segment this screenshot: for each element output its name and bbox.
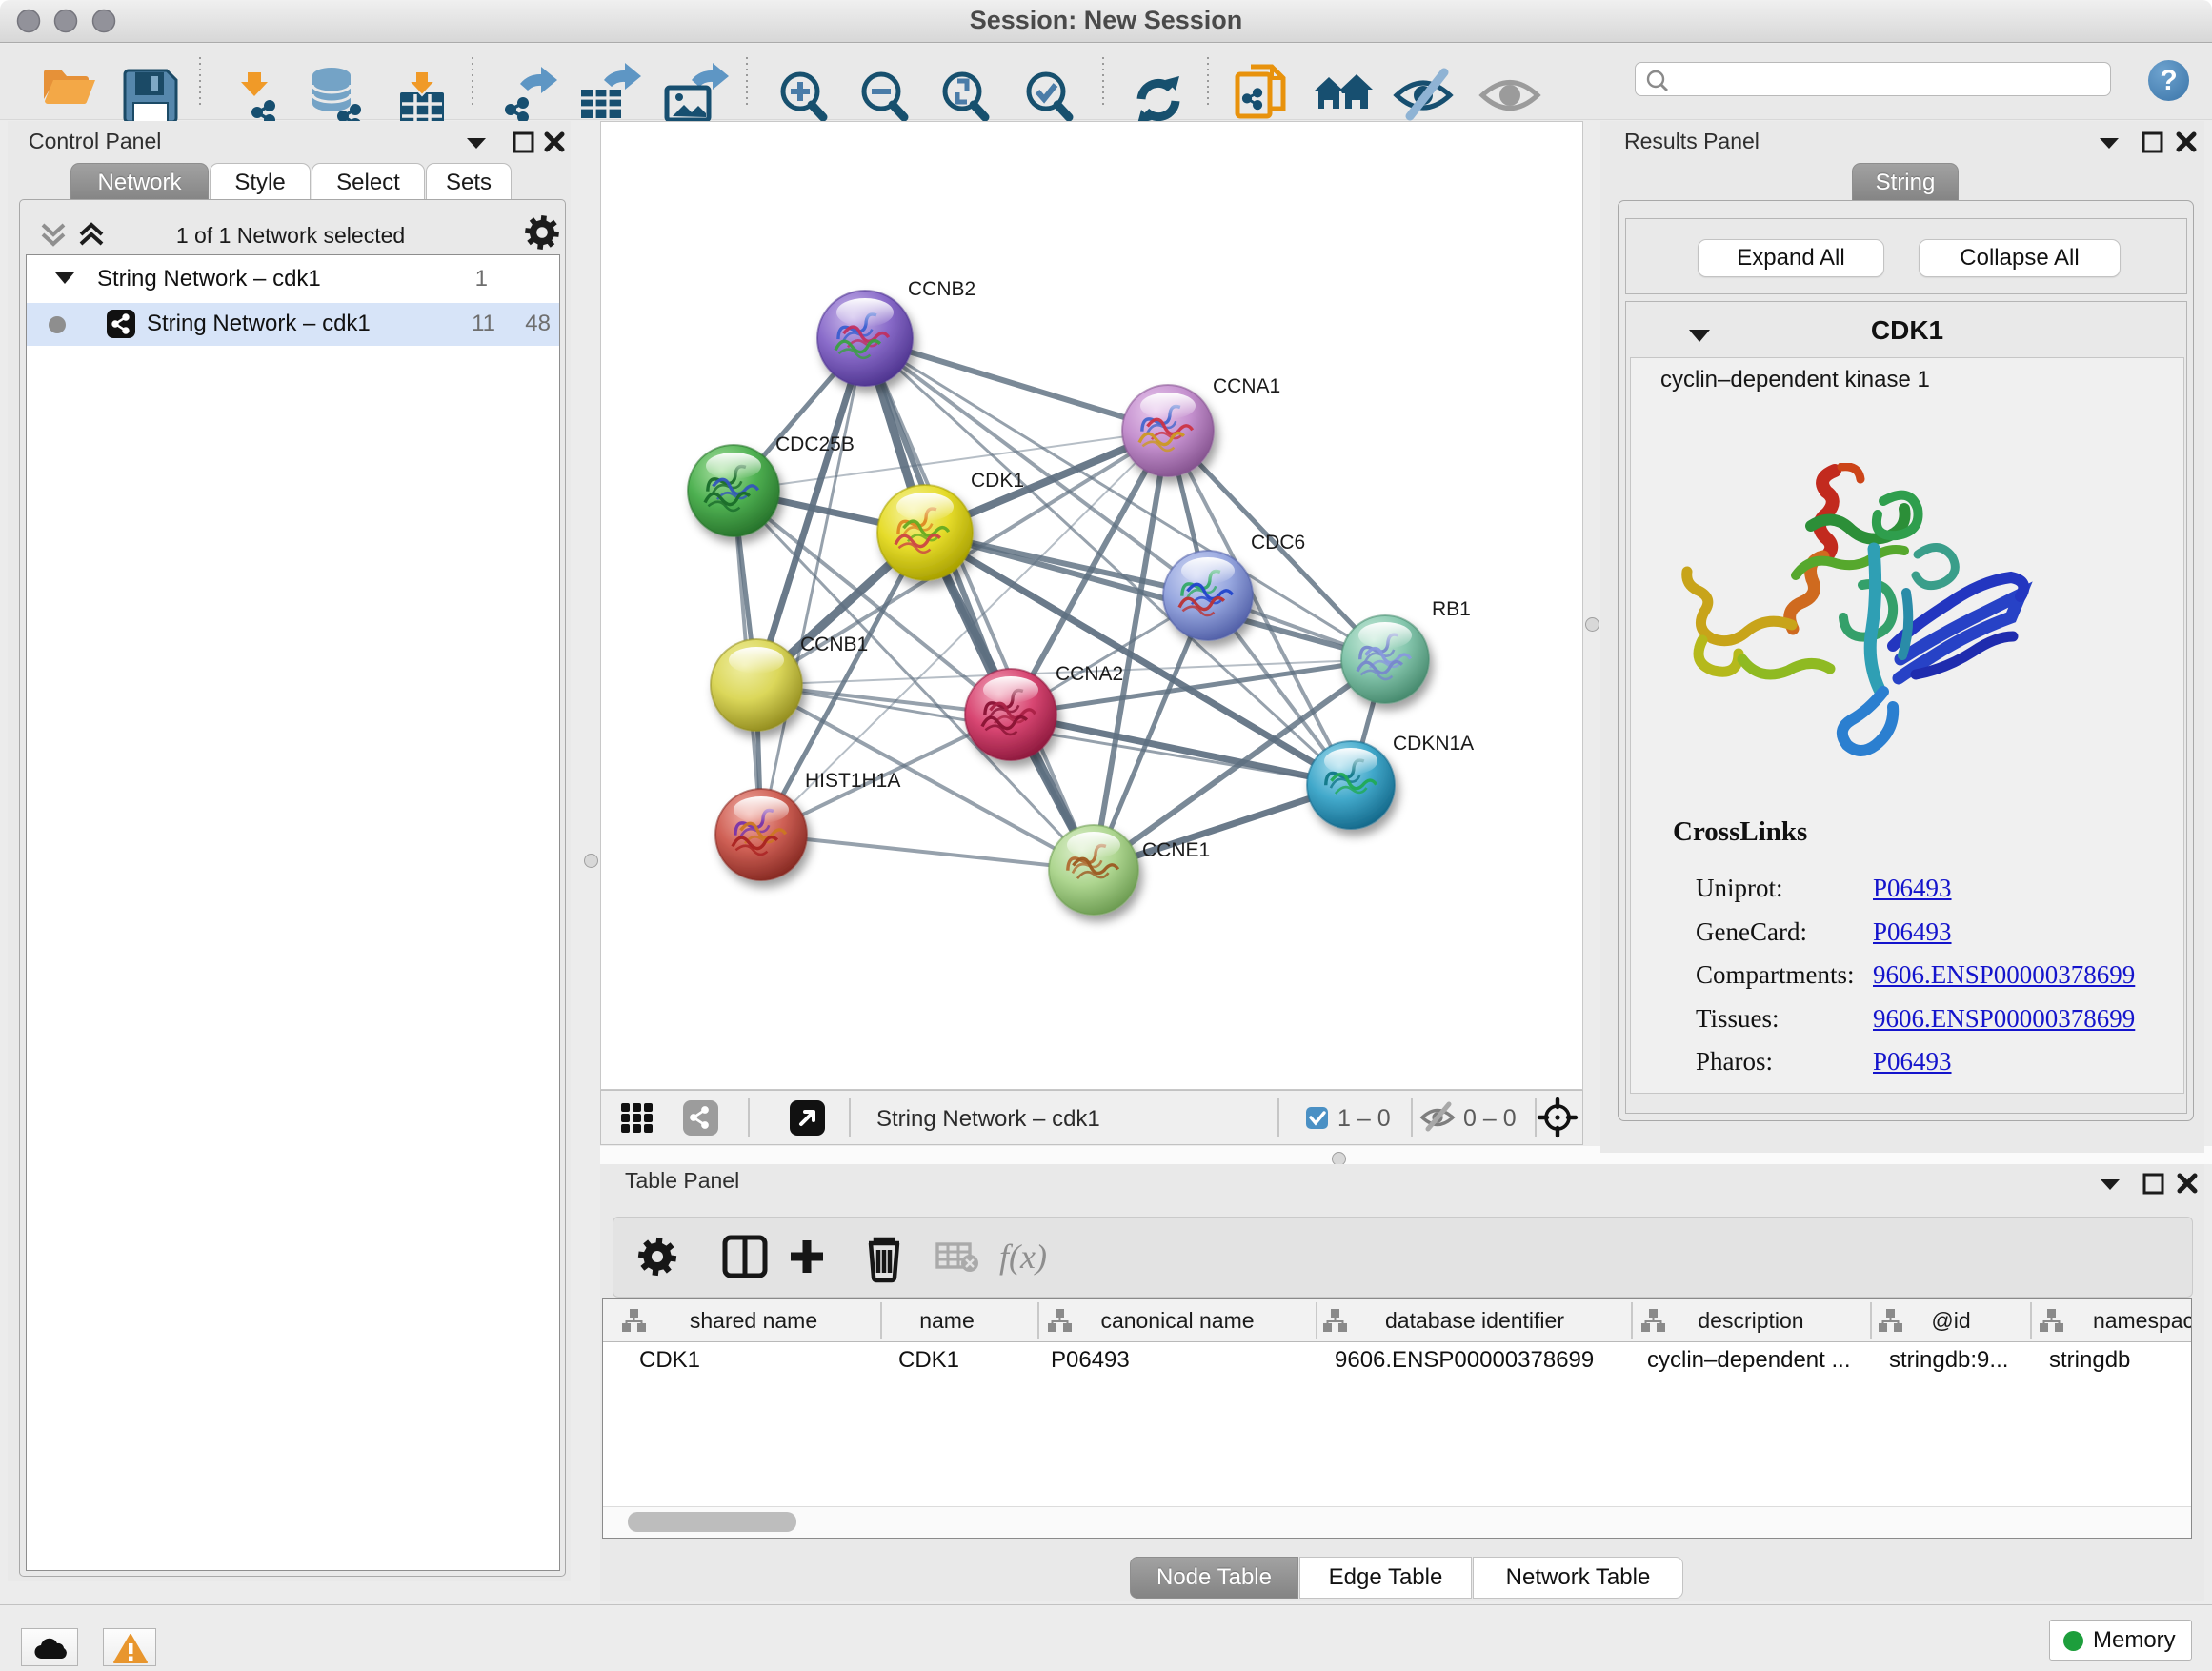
svg-text:CCNB2: CCNB2 bbox=[908, 278, 975, 300]
svg-text:RB1: RB1 bbox=[1432, 598, 1471, 620]
svg-text:CDK1: CDK1 bbox=[971, 470, 1024, 492]
svg-text:cyclin–dependent ...: cyclin–dependent ... bbox=[1647, 1347, 1850, 1373]
svg-text:HIST1H1A: HIST1H1A bbox=[805, 770, 900, 792]
svg-text:9606.ENSP00000378699: 9606.ENSP00000378699 bbox=[1335, 1347, 1594, 1373]
svg-text:1 – 0: 1 – 0 bbox=[1337, 1105, 1391, 1132]
svg-text:@id: @id bbox=[1931, 1308, 1970, 1333]
svg-text:CDKN1A: CDKN1A bbox=[1393, 733, 1474, 755]
svg-text:shared name: shared name bbox=[690, 1308, 817, 1333]
svg-text:P06493: P06493 bbox=[1051, 1347, 1130, 1373]
svg-text:name: name bbox=[919, 1308, 975, 1333]
svg-text:canonical name: canonical name bbox=[1100, 1308, 1254, 1333]
svg-text:CCNE1: CCNE1 bbox=[1142, 839, 1210, 861]
svg-text:CDC25B: CDC25B bbox=[775, 433, 855, 455]
svg-text:0 – 0: 0 – 0 bbox=[1463, 1105, 1517, 1132]
svg-text:CCNA2: CCNA2 bbox=[1056, 663, 1123, 685]
svg-text:description: description bbox=[1698, 1308, 1803, 1333]
svg-text:CCNB1: CCNB1 bbox=[800, 634, 868, 655]
svg-text:CCNA1: CCNA1 bbox=[1213, 375, 1280, 397]
svg-text:CDK1: CDK1 bbox=[639, 1347, 700, 1373]
svg-text:stringdb:9...: stringdb:9... bbox=[1889, 1347, 2008, 1373]
svg-text:String Network – cdk1: String Network – cdk1 bbox=[876, 1106, 1100, 1132]
svg-text:namespac: namespac bbox=[2093, 1308, 2191, 1333]
svg-text:database identifier: database identifier bbox=[1385, 1308, 1564, 1333]
svg-text:CDK1: CDK1 bbox=[898, 1347, 959, 1373]
svg-text:stringdb: stringdb bbox=[2049, 1347, 2130, 1373]
svg-text:CDC6: CDC6 bbox=[1251, 532, 1305, 554]
